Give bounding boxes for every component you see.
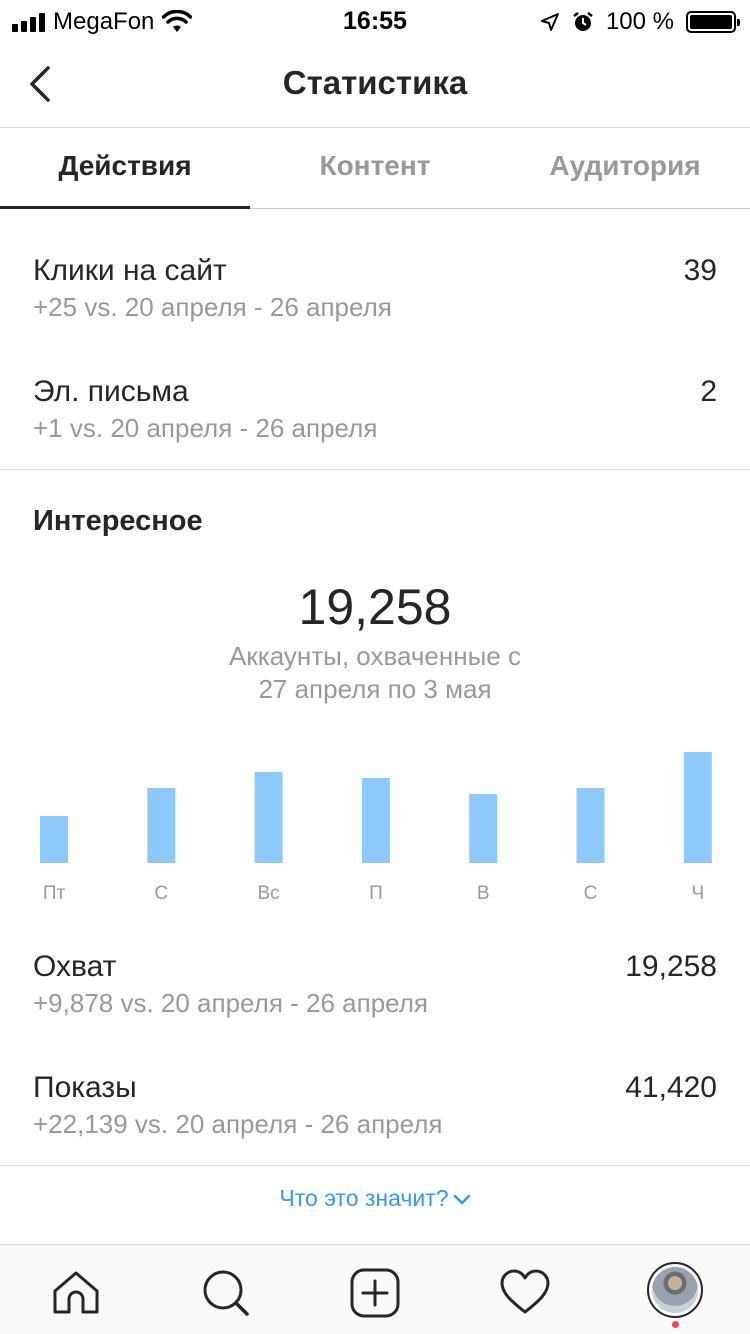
chart-bar: [361, 778, 390, 863]
section-title: Интересное: [33, 505, 203, 537]
chart-svg: Пт С Вс П В С Ч: [40, 752, 712, 904]
chart-tick-label: Ч: [691, 883, 704, 904]
caption-line: Аккаунты, охваченные с: [229, 641, 521, 671]
bottom-tab-bar: [0, 1244, 750, 1334]
tab-bar: Действия Контент Аудитория: [0, 129, 750, 209]
chart-bar: [469, 794, 498, 863]
what-does-this-mean-link[interactable]: Что это значит?: [0, 1185, 750, 1212]
accounts-reached-number: 19,258: [298, 579, 452, 635]
avatar-image: [652, 1267, 698, 1313]
alarm-clock-icon: [573, 12, 593, 31]
stat-value: 39: [683, 254, 717, 287]
section-divider: [0, 469, 750, 470]
profile-avatar[interactable]: [647, 1262, 703, 1318]
chevron-down-icon: [453, 1194, 470, 1205]
chart-bar: [147, 788, 176, 863]
help-link-label: Что это значит?: [279, 1185, 449, 1211]
tab-audience[interactable]: Аудитория: [500, 129, 750, 208]
caption-line: 27 апреля по 3 мая: [258, 674, 492, 704]
chart-bar: [576, 788, 605, 863]
battery-icon: [686, 11, 740, 33]
chart-tick-label: Пт: [43, 883, 66, 904]
tab-actions[interactable]: Действия: [0, 129, 250, 209]
stat-value: 41,420: [625, 1071, 717, 1104]
new-post-icon[interactable]: [349, 1267, 401, 1319]
stat-label: Клики на сайт: [33, 254, 227, 287]
chart-tick-label: П: [369, 883, 383, 904]
stat-change: +25 vs. 20 апреля - 26 апреля: [33, 292, 392, 322]
status-bar: MegaFon 16:55 100 %: [0, 0, 750, 40]
stat-change: +22,139 vs. 20 апреля - 26 апреля: [33, 1109, 443, 1139]
stat-label: Эл. письма: [33, 375, 189, 408]
stat-value: 2: [700, 375, 717, 408]
search-icon[interactable]: [200, 1267, 252, 1319]
status-bar-right: 100 %: [540, 8, 740, 36]
navigation-bar: Статистика: [0, 40, 750, 128]
chart-bar: [254, 772, 283, 863]
stat-change: +9,878 vs. 20 апреля - 26 апреля: [33, 988, 429, 1018]
notification-dot: [672, 1321, 679, 1328]
page-title: Статистика: [282, 64, 468, 101]
chart-tick-label: С: [154, 883, 168, 904]
chart-bar: [683, 752, 712, 863]
chart-tick-label: Вс: [258, 883, 280, 904]
chart-bar: [40, 816, 68, 863]
reach-bar-chart: Пт С Вс П В С Ч: [0, 730, 750, 910]
tab-content[interactable]: Контент: [250, 129, 500, 208]
stat-value: 19,258: [625, 950, 717, 983]
stat-change: +1 vs. 20 апреля - 26 апреля: [33, 413, 378, 443]
stat-label: Охват: [33, 950, 117, 983]
battery-percentage: 100 %: [605, 8, 674, 35]
section-divider: [0, 1165, 750, 1166]
home-icon[interactable]: [50, 1267, 102, 1319]
activity-heart-icon[interactable]: [499, 1267, 551, 1319]
chart-tick-label: С: [584, 883, 598, 904]
stat-label: Показы: [33, 1071, 137, 1104]
location-arrow-icon: [540, 13, 559, 31]
accounts-reached-caption: Аккаунты, охваченные с 27 апреля по 3 ма…: [175, 640, 575, 706]
chart-tick-label: В: [477, 883, 490, 904]
